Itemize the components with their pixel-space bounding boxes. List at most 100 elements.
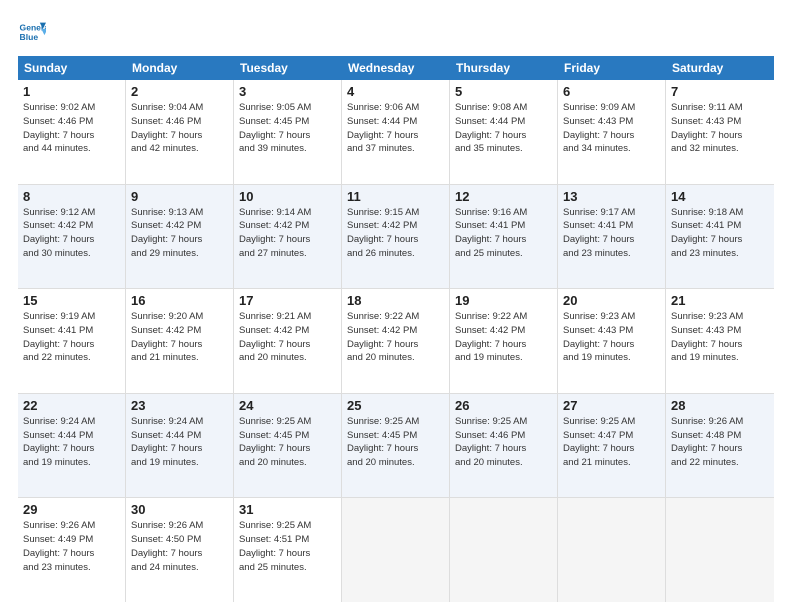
cell-info-line: Sunset: 4:46 PM (455, 429, 552, 443)
cell-info-line: Daylight: 7 hours (131, 129, 228, 143)
cell-info-line: Sunrise: 9:17 AM (563, 206, 660, 220)
calendar-cell: 23Sunrise: 9:24 AMSunset: 4:44 PMDayligh… (126, 394, 234, 498)
day-number: 23 (131, 398, 228, 413)
cell-info-line: Sunset: 4:44 PM (131, 429, 228, 443)
cell-info-line: Sunrise: 9:04 AM (131, 101, 228, 115)
cell-info-line: Sunrise: 9:25 AM (347, 415, 444, 429)
cell-info-line: Sunrise: 9:12 AM (23, 206, 120, 220)
cell-info-line: and 39 minutes. (239, 142, 336, 156)
calendar-cell: 3Sunrise: 9:05 AMSunset: 4:45 PMDaylight… (234, 80, 342, 184)
cell-info-line: Sunset: 4:49 PM (23, 533, 120, 547)
day-number: 8 (23, 189, 120, 204)
cell-info-line: Daylight: 7 hours (23, 442, 120, 456)
cell-info-line: and 19 minutes. (23, 456, 120, 470)
calendar-cell (666, 498, 774, 602)
cell-info-line: Sunrise: 9:11 AM (671, 101, 769, 115)
calendar-row: 8Sunrise: 9:12 AMSunset: 4:42 PMDaylight… (18, 185, 774, 290)
day-number: 4 (347, 84, 444, 99)
cell-info-line: and 20 minutes. (239, 351, 336, 365)
cell-info-line: and 20 minutes. (347, 351, 444, 365)
calendar-cell: 18Sunrise: 9:22 AMSunset: 4:42 PMDayligh… (342, 289, 450, 393)
cell-info-line: Sunrise: 9:24 AM (131, 415, 228, 429)
cell-info-line: Sunset: 4:41 PM (563, 219, 660, 233)
cell-info-line: Daylight: 7 hours (131, 547, 228, 561)
calendar-body: 1Sunrise: 9:02 AMSunset: 4:46 PMDaylight… (18, 80, 774, 602)
cell-info-line: Sunrise: 9:06 AM (347, 101, 444, 115)
cell-info-line: Daylight: 7 hours (239, 442, 336, 456)
cell-info-line: Daylight: 7 hours (671, 338, 769, 352)
day-number: 21 (671, 293, 769, 308)
day-number: 20 (563, 293, 660, 308)
cell-info-line: and 32 minutes. (671, 142, 769, 156)
cell-info-line: and 20 minutes. (347, 456, 444, 470)
cell-info-line: Sunset: 4:42 PM (347, 219, 444, 233)
calendar-cell: 12 Sunrise: 9:16 AMSunset: 4:41 PMDayligh… (450, 185, 558, 289)
cell-info-line: and 44 minutes. (23, 142, 120, 156)
calendar-cell: 22Sunrise: 9:24 AMSunset: 4:44 PMDayligh… (18, 394, 126, 498)
cell-info-line: Sunrise: 9:26 AM (671, 415, 769, 429)
day-number: 22 (23, 398, 120, 413)
day-number: 18 (347, 293, 444, 308)
cell-info-line: and 22 minutes. (23, 351, 120, 365)
calendar-cell: 19Sunrise: 9:22 AMSunset: 4:42 PMDayligh… (450, 289, 558, 393)
day-number: 17 (239, 293, 336, 308)
calendar-row: 15Sunrise: 9:19 AMSunset: 4:41 PMDayligh… (18, 289, 774, 394)
cell-info-line: Sunrise: 9:22 AM (347, 310, 444, 324)
cell-info-line: Sunset: 4:47 PM (563, 429, 660, 443)
cell-info-line: Sunrise: 9:22 AM (455, 310, 552, 324)
cell-info-line: Daylight: 7 hours (347, 442, 444, 456)
day-number: 31 (239, 502, 336, 517)
cell-info-line: and 21 minutes. (131, 351, 228, 365)
calendar-cell: 13Sunrise: 9:17 AMSunset: 4:41 PMDayligh… (558, 185, 666, 289)
header-day-tuesday: Tuesday (234, 56, 342, 80)
calendar-cell: 21 Sunrise: 9:23 AMSunset: 4:43 PMDayligh… (666, 289, 774, 393)
cell-info-line: Daylight: 7 hours (239, 129, 336, 143)
calendar-cell: 16Sunrise: 9:20 AMSunset: 4:42 PMDayligh… (126, 289, 234, 393)
cell-info-line: Sunrise: 9:15 AM (347, 206, 444, 220)
calendar-cell: 6Sunrise: 9:09 AMSunset: 4:43 PMDaylight… (558, 80, 666, 184)
cell-info-line: Sunset: 4:41 PM (455, 219, 552, 233)
cell-info-line: Daylight: 7 hours (239, 233, 336, 247)
day-number: 16 (131, 293, 228, 308)
header: General Blue (18, 18, 774, 46)
cell-info-line: and 23 minutes. (563, 247, 660, 261)
cell-info-line: and 23 minutes. (23, 561, 120, 575)
day-number: 1 (23, 84, 120, 99)
day-number: 29 (23, 502, 120, 517)
day-number: 3 (239, 84, 336, 99)
cell-info-line: and 24 minutes. (131, 561, 228, 575)
cell-info-line: Sunset: 4:45 PM (239, 429, 336, 443)
calendar-cell: 26Sunrise: 9:25 AMSunset: 4:46 PMDayligh… (450, 394, 558, 498)
cell-info-line: and 25 minutes. (239, 561, 336, 575)
cell-info-line: Sunset: 4:42 PM (131, 219, 228, 233)
cell-info-line: Daylight: 7 hours (455, 233, 552, 247)
cell-info-line: Sunrise: 9:23 AM (671, 310, 769, 324)
cell-info-line: Sunset: 4:43 PM (671, 324, 769, 338)
cell-info-line: Sunrise: 9:16 AM (455, 206, 552, 220)
page: General Blue SundayMondayTuesdayWednesda… (0, 0, 792, 612)
cell-info-line: Sunset: 4:48 PM (671, 429, 769, 443)
cell-info-line: Sunrise: 9:14 AM (239, 206, 336, 220)
cell-info-line: Sunset: 4:44 PM (455, 115, 552, 129)
day-number: 12 (455, 189, 552, 204)
calendar-cell: 1Sunrise: 9:02 AMSunset: 4:46 PMDaylight… (18, 80, 126, 184)
cell-info-line: Sunset: 4:42 PM (239, 219, 336, 233)
cell-info-line: Daylight: 7 hours (347, 233, 444, 247)
calendar-cell (450, 498, 558, 602)
day-number: 14 (671, 189, 769, 204)
header-day-thursday: Thursday (450, 56, 558, 80)
cell-info-line: Daylight: 7 hours (131, 338, 228, 352)
day-number: 10 (239, 189, 336, 204)
cell-info-line: Daylight: 7 hours (563, 129, 660, 143)
calendar-cell: 11Sunrise: 9:15 AMSunset: 4:42 PMDayligh… (342, 185, 450, 289)
calendar-cell (558, 498, 666, 602)
cell-info-line: Daylight: 7 hours (455, 129, 552, 143)
cell-info-line: Daylight: 7 hours (347, 338, 444, 352)
cell-info-line: Sunrise: 9:25 AM (455, 415, 552, 429)
cell-info-line: and 26 minutes. (347, 247, 444, 261)
cell-info-line: Sunset: 4:42 PM (239, 324, 336, 338)
cell-info-line: and 30 minutes. (23, 247, 120, 261)
logo-icon: General Blue (18, 18, 46, 46)
cell-info-line: Sunrise: 9:25 AM (563, 415, 660, 429)
day-number: 5 (455, 84, 552, 99)
